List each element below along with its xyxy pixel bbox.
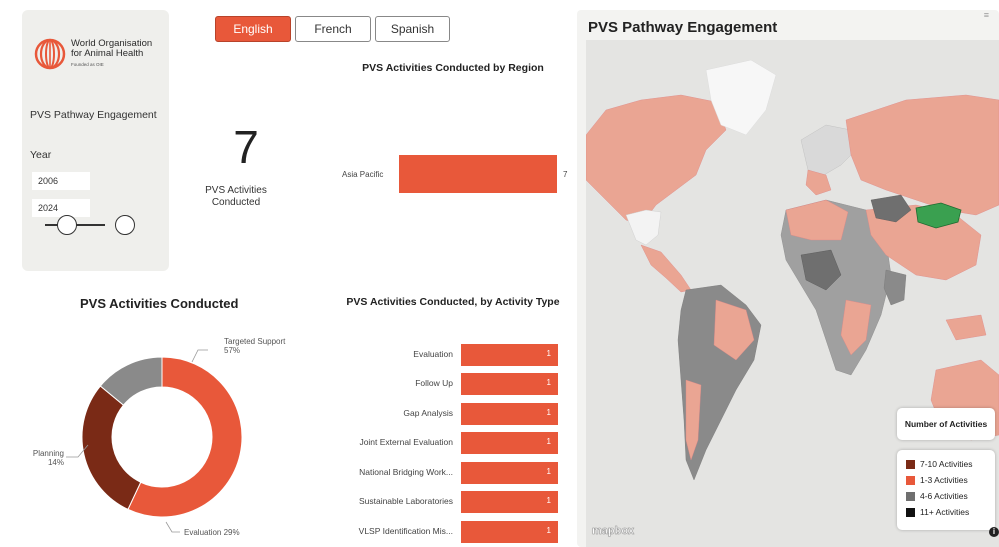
- year-start-input[interactable]: 2006: [32, 172, 90, 190]
- map-legend-title: Number of Activities: [897, 408, 995, 440]
- activity-row-label: Follow Up: [415, 378, 453, 388]
- activity-row-label: Sustainable Laboratories: [358, 496, 453, 506]
- activity-row-bar[interactable]: 1: [461, 521, 558, 543]
- map-legend: 7-10 Activities 1-3 Activities 4-6 Activ…: [897, 450, 995, 530]
- activity-row[interactable]: Sustainable Laboratories 1: [330, 491, 570, 513]
- donut-chart: Targeted Support 57% Planning 14% Evalua…: [33, 337, 286, 537]
- slider-handle-start[interactable]: [57, 215, 77, 235]
- logo-text-line1: World Organisation: [71, 37, 153, 49]
- language-button-spanish[interactable]: Spanish: [375, 16, 450, 42]
- donut-slice-evaluation[interactable]: [81, 385, 142, 511]
- donut-label-planning-pct: 14%: [48, 458, 64, 467]
- kpi-activities-label: PVS Activities Conducted: [205, 185, 267, 208]
- legend-label: 4-6 Activities: [920, 491, 968, 501]
- activity-row-bar[interactable]: 1: [461, 344, 558, 366]
- filter-menu-icon[interactable]: ≡: [984, 10, 989, 20]
- activity-row-bar[interactable]: 1: [461, 403, 558, 425]
- donut-label-evaluation: Evaluation 29%: [184, 528, 240, 537]
- donut-label-planning-name: Planning: [33, 449, 64, 458]
- activity-row-bar[interactable]: 1: [461, 462, 558, 484]
- legend-item: 1-3 Activities: [906, 474, 968, 486]
- donut-leader-evaluation: [165, 521, 180, 533]
- logo-text-line3: Founded as OIE: [71, 61, 104, 67]
- legend-swatch: [906, 475, 915, 485]
- legend-label: 7-10 Activities: [920, 459, 973, 469]
- dashboard-subtitle: PVS Pathway Engagement: [30, 109, 157, 121]
- activity-row[interactable]: Gap Analysis 1: [330, 403, 570, 425]
- activity-row-value: 1: [546, 467, 551, 476]
- legend-item: 4-6 Activities: [906, 490, 968, 502]
- activity-row-label: National Bridging Work...: [359, 467, 453, 477]
- mapbox-logo[interactable]: mapbox: [592, 525, 635, 538]
- activity-row[interactable]: Evaluation 1: [330, 344, 570, 366]
- legend-item: 11+ Activities: [906, 506, 969, 518]
- activity-row[interactable]: Follow Up 1: [330, 373, 570, 395]
- legend-item: 7-10 Activities: [906, 458, 972, 470]
- activity-row-label: VLSP Identification Mis...: [358, 526, 453, 536]
- language-button-french[interactable]: French: [295, 16, 371, 42]
- activity-row-label: Evaluation: [413, 349, 453, 359]
- year-range-slider[interactable]: [35, 215, 135, 235]
- kpi-activities-value: 7: [233, 121, 259, 173]
- legend-swatch: [906, 459, 915, 469]
- region-chart-category-label: Asia Pacific: [342, 170, 384, 179]
- region-chart-bar[interactable]: [399, 155, 557, 193]
- map-title: PVS Pathway Engagement: [588, 19, 778, 36]
- activity-row-value: 1: [546, 408, 551, 417]
- region-chart-value-label: 7: [563, 170, 568, 179]
- woah-logo-icon: [34, 38, 66, 70]
- activity-row-value: 1: [546, 349, 551, 358]
- activity-row-bar[interactable]: 1: [461, 373, 558, 395]
- activity-row[interactable]: VLSP Identification Mis... 1: [330, 521, 570, 543]
- donut-label-targeted-pct: 57%: [224, 346, 240, 355]
- activity-row-value: 1: [546, 496, 551, 505]
- activity-chart-title: PVS Activities Conducted, by Activity Ty…: [346, 296, 560, 308]
- activity-row[interactable]: National Bridging Work... 1: [330, 462, 570, 484]
- year-filter-label: Year: [30, 149, 52, 161]
- donut-chart-title: PVS Activities Conducted: [80, 296, 239, 311]
- activity-row-value: 1: [546, 526, 551, 535]
- woah-logo: World Organisation for Animal Health Fou…: [34, 38, 152, 70]
- map-panel: PVS Pathway Engagement ≡ Number of Activ…: [577, 10, 999, 547]
- language-button-english[interactable]: English: [215, 16, 291, 42]
- legend-label: 1-3 Activities: [920, 475, 968, 485]
- activity-row[interactable]: Joint External Evaluation 1: [330, 432, 570, 454]
- world-map[interactable]: Number of Activities 7-10 Activities 1-3…: [586, 40, 999, 547]
- activity-row-bar[interactable]: 1: [461, 491, 558, 513]
- legend-swatch: [906, 491, 915, 501]
- donut-leader-targeted: [191, 349, 208, 363]
- activity-row-value: 1: [546, 437, 551, 446]
- logo-text-line2: for Animal Health: [71, 47, 144, 59]
- activity-row-value: 1: [546, 378, 551, 387]
- legend-swatch: [906, 507, 915, 517]
- activity-row-bar[interactable]: 1: [461, 432, 558, 454]
- region-chart-title: PVS Activities Conducted by Region: [362, 62, 544, 74]
- activity-row-label: Joint External Evaluation: [359, 437, 453, 447]
- legend-label: 11+ Activities: [920, 507, 970, 517]
- info-icon[interactable]: i: [989, 527, 999, 537]
- slider-handle-end[interactable]: [115, 215, 135, 235]
- activity-row-label: Gap Analysis: [403, 408, 453, 418]
- donut-label-targeted-name: Targeted Support: [224, 337, 286, 346]
